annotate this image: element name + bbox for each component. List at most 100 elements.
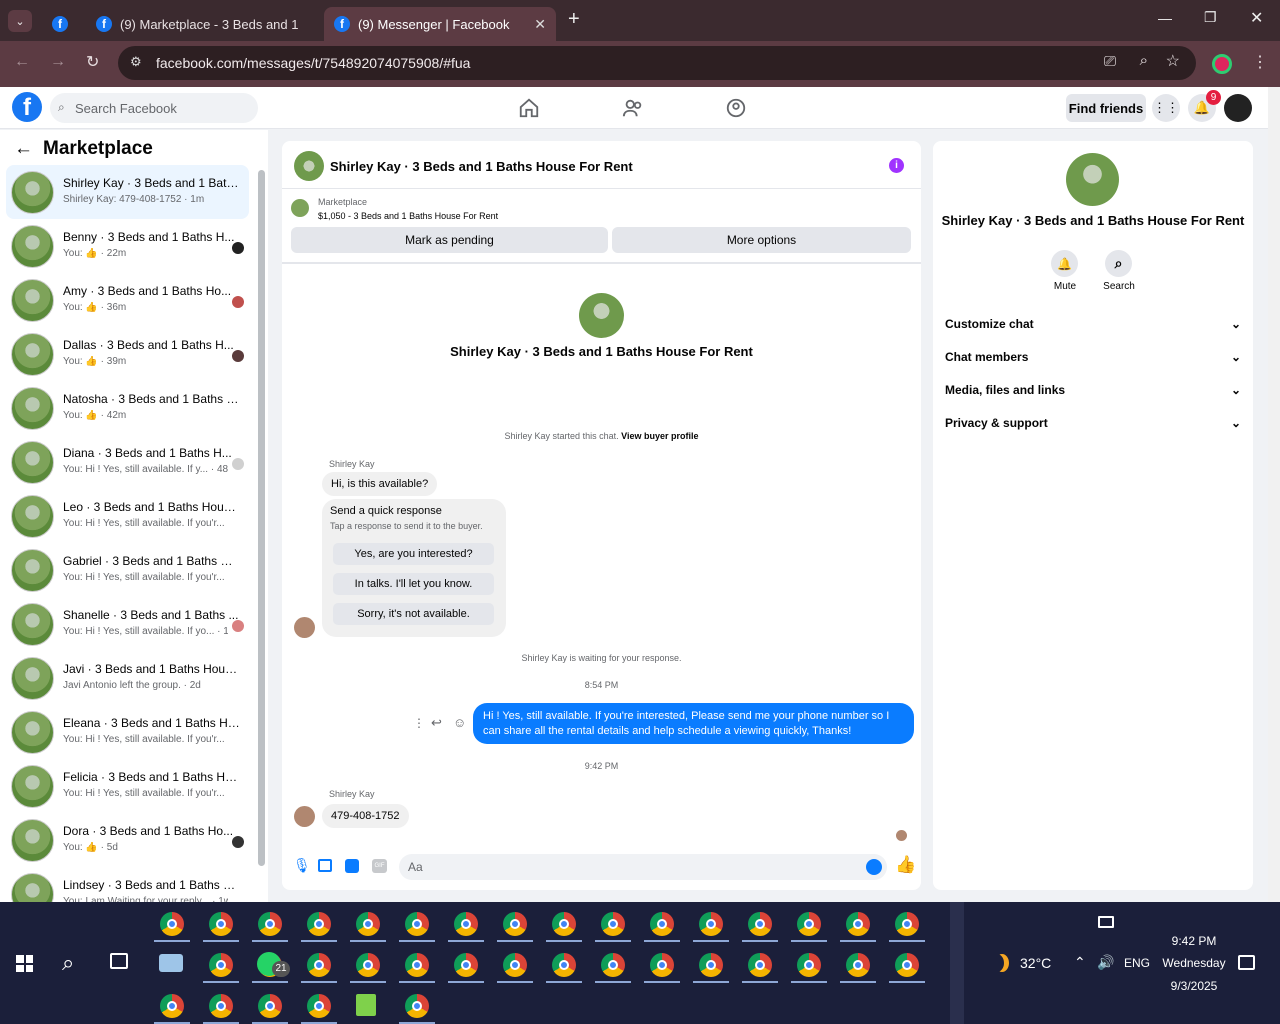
media-files-links-row[interactable]: Media, files and links ⌄ [945, 383, 1241, 397]
quick-response-in-talks[interactable]: In talks. I'll let you know. [333, 573, 494, 595]
chrome-window-icon[interactable] [209, 953, 233, 977]
conversation-item[interactable]: Amy · 3 Beds and 1 Baths Ho... You: 👍 · 3… [6, 273, 249, 327]
chrome-window-icon[interactable] [748, 953, 772, 977]
notification-center-icon[interactable] [1238, 955, 1255, 970]
conversation-item[interactable]: Shanelle · 3 Beds and 1 Baths ... You: Hi… [6, 597, 249, 651]
listing-thumbnail[interactable] [291, 199, 309, 217]
mark-as-pending-button[interactable]: Mark as pending [291, 227, 608, 253]
incoming-message-phone[interactable]: 479-408-1752 [322, 804, 409, 828]
menu-grid-icon[interactable]: ⋮⋮ [1152, 94, 1180, 122]
groups-icon[interactable] [725, 97, 747, 119]
quick-response-yes[interactable]: Yes, are you interested? [333, 543, 494, 565]
forward-icon[interactable]: → [50, 53, 66, 71]
account-avatar[interactable] [1224, 94, 1252, 122]
profile-icon[interactable] [1212, 54, 1232, 74]
view-buyer-profile-link[interactable]: View buyer profile [621, 431, 698, 441]
sticker-icon[interactable] [345, 859, 359, 873]
conversation-item[interactable]: Leo · 3 Beds and 1 Baths House ... You: H… [6, 489, 249, 543]
customize-chat-row[interactable]: Customize chat ⌄ [945, 317, 1241, 331]
menu-kebab-icon[interactable]: ⋮ [1252, 52, 1268, 72]
chrome-window-icon[interactable] [797, 912, 821, 936]
incoming-message[interactable]: Hi, is this available? [322, 472, 438, 496]
minimize-icon[interactable]: — [1158, 10, 1172, 26]
mute-button[interactable]: 🔔 [1051, 250, 1078, 277]
address-bar[interactable]: ⚙ facebook.com/messages/t/75489207407590… [118, 46, 1196, 80]
buyer-avatar[interactable] [294, 806, 315, 827]
info-icon[interactable]: i [889, 158, 904, 173]
home-icon[interactable] [518, 97, 540, 119]
clock-date[interactable]: 9/3/2025 [1160, 979, 1228, 993]
temperature[interactable]: 32°C [1020, 955, 1051, 971]
outgoing-message[interactable]: Hi ! Yes, still available. If you're int… [473, 703, 914, 744]
tab-marketplace[interactable]: f (9) Marketplace - 3 Beds and 1 [86, 7, 322, 41]
page-scrollbar[interactable] [1268, 87, 1280, 902]
chat-header-title[interactable]: Shirley Kay · 3 Beds and 1 Baths House F… [330, 159, 633, 174]
chrome-window-icon[interactable] [895, 912, 919, 936]
desktop-icon[interactable] [1098, 916, 1114, 928]
chrome-window-icon[interactable] [454, 953, 478, 977]
chrome-window-icon[interactable] [160, 912, 184, 936]
site-info-icon[interactable]: ⚙ [130, 54, 142, 70]
chrome-window-icon[interactable] [160, 994, 184, 1018]
chrome-window-icon[interactable] [405, 953, 429, 977]
conversation-item[interactable]: Natosha · 3 Beds and 1 Baths H... You: 👍 … [6, 381, 249, 435]
search-taskbar-icon[interactable]: ⌕ [62, 950, 74, 976]
buyer-avatar[interactable] [294, 617, 315, 638]
chrome-window-icon[interactable] [552, 912, 576, 936]
chrome-window-icon[interactable] [356, 953, 380, 977]
chat-members-row[interactable]: Chat members ⌄ [945, 350, 1241, 364]
chrome-window-icon[interactable] [552, 953, 576, 977]
chrome-window-icon[interactable] [307, 953, 331, 977]
gif-icon[interactable]: GIF [372, 859, 387, 873]
thumbs-up-icon[interactable]: 👍 [895, 855, 916, 875]
new-tab-button[interactable]: + [568, 8, 580, 31]
chrome-window-icon[interactable] [895, 953, 919, 977]
chrome-window-icon[interactable] [307, 994, 331, 1018]
chrome-window-icon[interactable] [699, 953, 723, 977]
privacy-support-row[interactable]: Privacy & support ⌄ [945, 416, 1241, 430]
reload-icon[interactable]: ↻ [86, 52, 99, 72]
clock-time[interactable]: 9:42 PM [1160, 934, 1228, 948]
message-input[interactable]: Aa [399, 854, 887, 880]
chrome-window-icon[interactable] [258, 912, 282, 936]
conversation-item[interactable]: Benny · 3 Beds and 1 Baths H... You: 👍 · … [6, 219, 249, 273]
conversation-item[interactable]: Dallas · 3 Beds and 1 Baths H... You: 👍 ·… [6, 327, 249, 381]
task-view-icon[interactable] [110, 953, 128, 969]
tray-expand-icon[interactable]: ⌃ [1074, 954, 1086, 971]
clock-day[interactable]: Wednesday [1156, 956, 1232, 970]
keyboard-app-icon[interactable] [159, 954, 183, 972]
chrome-window-icon[interactable] [209, 994, 233, 1018]
message-more-icon[interactable]: ⋮ [413, 716, 425, 730]
chrome-window-icon[interactable] [356, 912, 380, 936]
chrome-window-icon[interactable] [748, 912, 772, 936]
bookmark-star-icon[interactable]: ☆ [1166, 51, 1180, 71]
microphone-icon[interactable]: 🎙 [293, 857, 311, 874]
chrome-window-icon[interactable] [797, 953, 821, 977]
chrome-window-icon[interactable] [258, 994, 282, 1018]
conversation-item[interactable]: Javi · 3 Beds and 1 Baths House ... Javi … [6, 651, 249, 705]
language-indicator[interactable]: ENG [1124, 956, 1150, 970]
conversation-item[interactable]: Felicia · 3 Beds and 1 Baths Hou... You: … [6, 759, 249, 813]
quick-response-not-available[interactable]: Sorry, it's not available. [333, 603, 494, 625]
chrome-window-icon[interactable] [454, 912, 478, 936]
notepad-icon[interactable] [356, 994, 376, 1016]
conversation-list-scrollbar[interactable] [258, 170, 265, 866]
chrome-window-icon[interactable] [503, 953, 527, 977]
volume-icon[interactable]: 🔊 [1097, 954, 1114, 971]
taskbar-scrollbar[interactable] [950, 902, 964, 1024]
conversation-item[interactable]: Dora · 3 Beds and 1 Baths Ho... You: 👍 · … [6, 813, 249, 867]
chrome-window-icon[interactable] [650, 953, 674, 977]
conversation-item[interactable]: Lindsey · 3 Beds and 1 Baths Ho... You: I… [6, 867, 249, 902]
conversation-item[interactable]: Gabriel · 3 Beds and 1 Baths Ho... You: H… [6, 543, 249, 597]
tab-messenger[interactable]: f (9) Messenger | Facebook ✕ [324, 7, 556, 41]
find-friends-button[interactable]: Find friends [1066, 94, 1146, 122]
react-emoji-icon[interactable]: ☺ [453, 715, 466, 730]
close-tab-icon[interactable]: ✕ [534, 16, 546, 33]
photo-icon[interactable] [318, 859, 332, 872]
tab-pinned-facebook[interactable]: f [44, 7, 76, 41]
chrome-window-icon[interactable] [601, 912, 625, 936]
chat-header-avatar[interactable] [294, 151, 324, 181]
chrome-window-icon[interactable] [846, 953, 870, 977]
chrome-window-icon[interactable] [405, 912, 429, 936]
close-window-icon[interactable]: ✕ [1250, 8, 1263, 28]
